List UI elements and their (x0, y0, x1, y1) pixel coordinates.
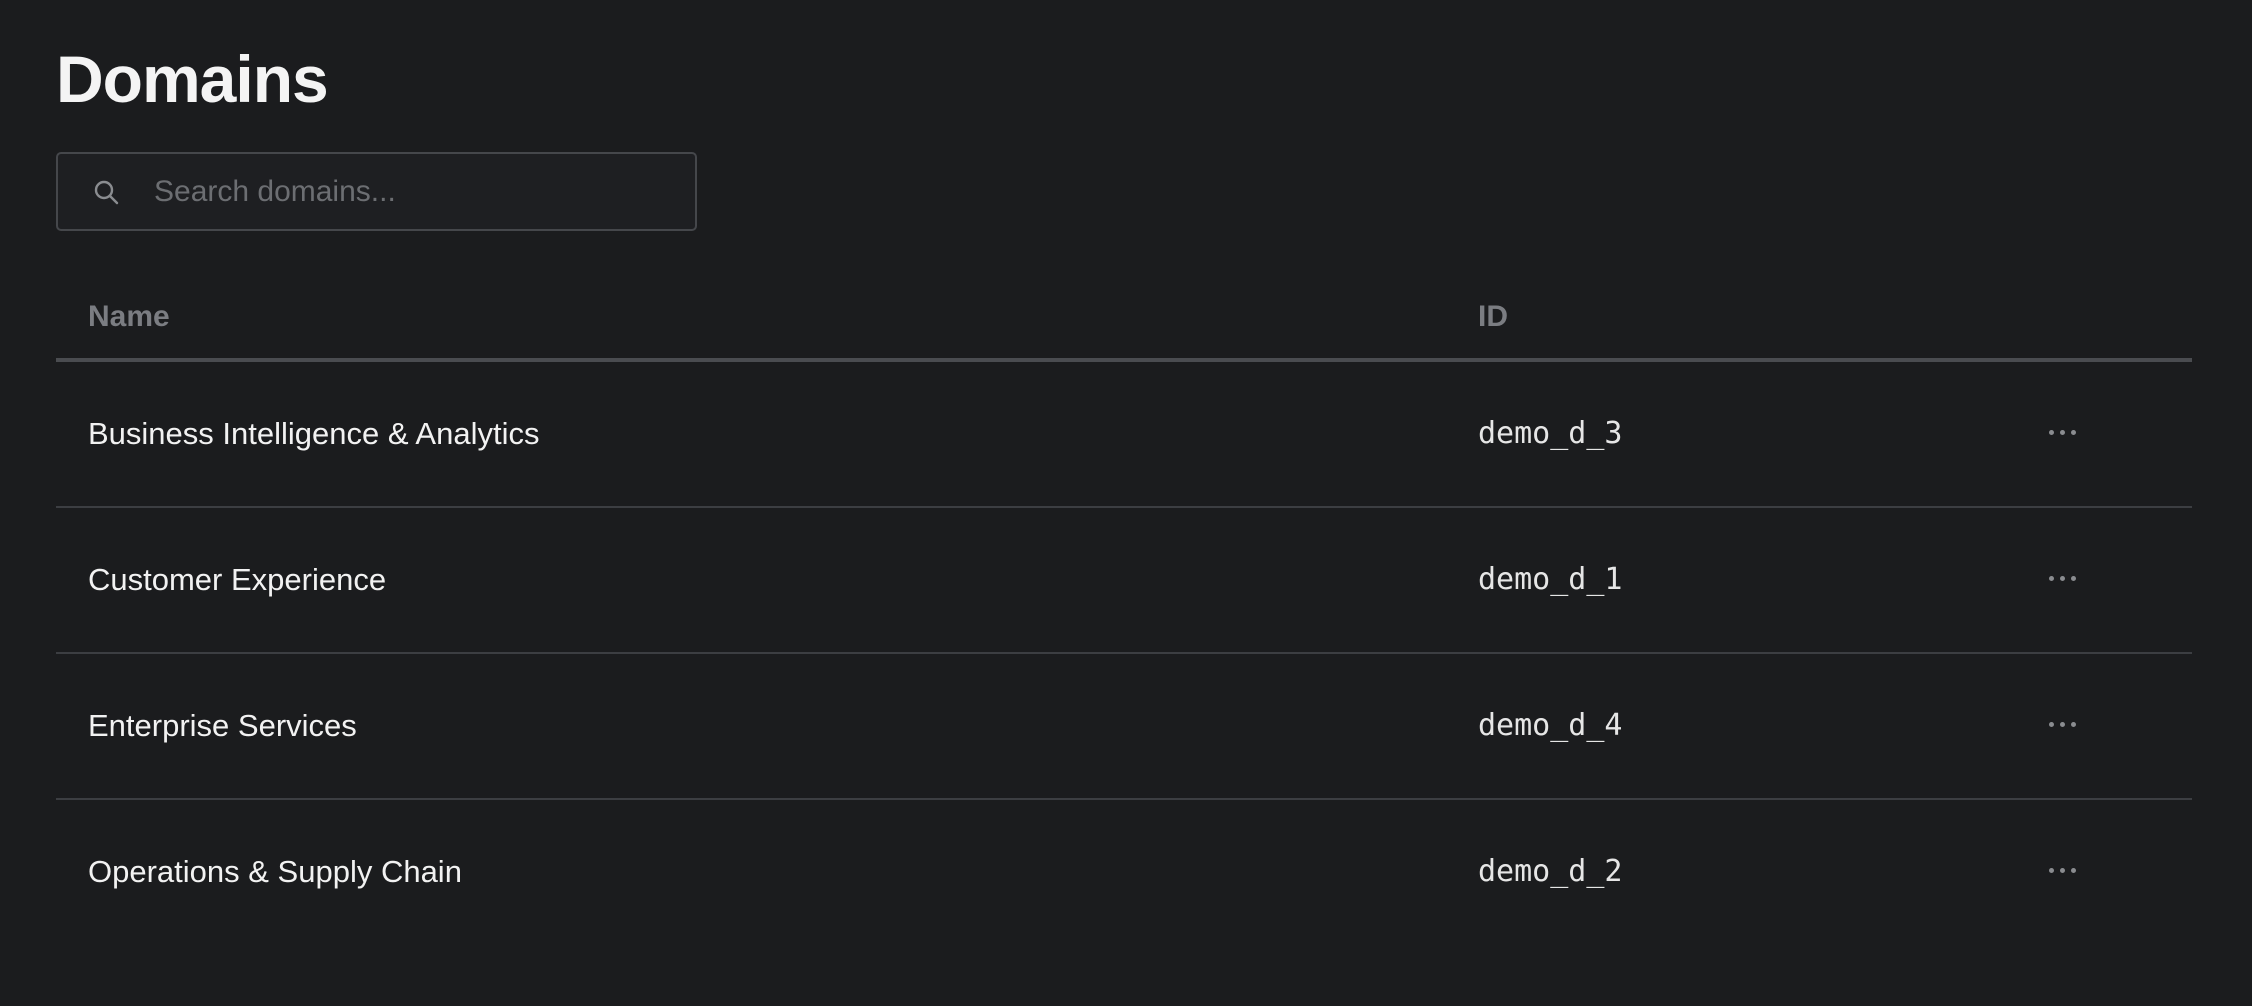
more-horizontal-icon[interactable] (2034, 850, 2090, 890)
domain-name[interactable]: Enterprise Services (88, 654, 357, 798)
search-icon (94, 180, 119, 205)
search-input[interactable] (154, 154, 674, 229)
search-box[interactable] (56, 152, 697, 231)
domain-id: demo_d_3 (1478, 416, 1623, 451)
more-horizontal-icon[interactable] (2034, 558, 2090, 598)
domain-name[interactable]: Business Intelligence & Analytics (88, 362, 539, 506)
more-horizontal-icon[interactable] (2034, 412, 2090, 452)
column-header-id[interactable]: ID (1478, 300, 1508, 334)
more-horizontal-icon[interactable] (2034, 704, 2090, 744)
domain-name[interactable]: Operations & Supply Chain (88, 800, 462, 944)
table-row[interactable]: Enterprise Services demo_d_4 (56, 654, 2192, 800)
domains-table: Name ID Business Intelligence & Analytic… (56, 280, 2192, 946)
table-header: Name ID (56, 280, 2192, 362)
column-header-name[interactable]: Name (88, 300, 170, 334)
table-row[interactable]: Customer Experience demo_d_1 (56, 508, 2192, 654)
domains-page: Domains Name ID Business Intelligence & … (0, 0, 2252, 1006)
domain-id: demo_d_2 (1478, 854, 1623, 889)
domain-id: demo_d_1 (1478, 562, 1623, 597)
table-row[interactable]: Operations & Supply Chain demo_d_2 (56, 800, 2192, 946)
domain-name[interactable]: Customer Experience (88, 508, 386, 652)
table-row[interactable]: Business Intelligence & Analytics demo_d… (56, 362, 2192, 508)
domain-id: demo_d_4 (1478, 708, 1623, 743)
page-title: Domains (56, 42, 329, 116)
